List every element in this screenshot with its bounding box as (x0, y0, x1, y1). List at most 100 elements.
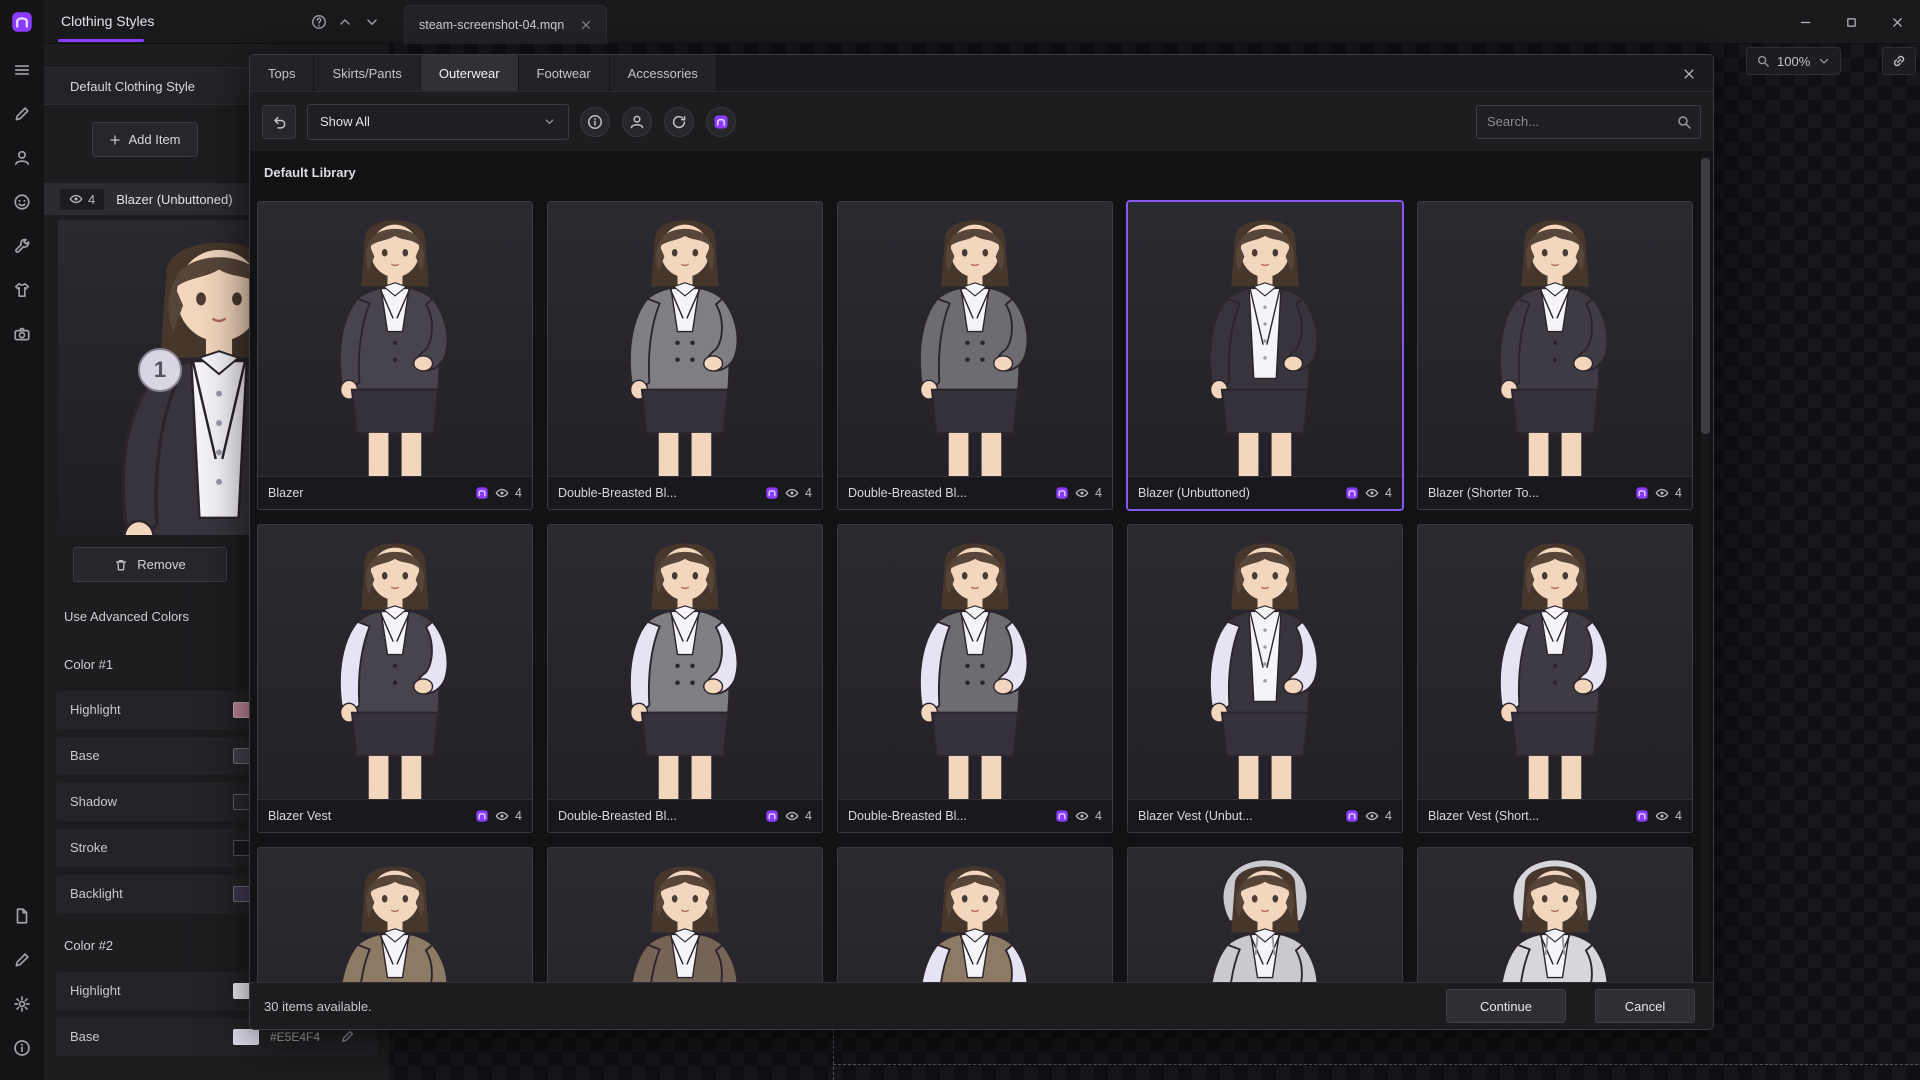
clothing-card-label: Blazer (268, 486, 475, 500)
tab-outerwear[interactable]: Outerwear (421, 55, 519, 91)
pencil-tool-button[interactable] (0, 96, 44, 132)
remove-item-button[interactable]: Remove (73, 547, 227, 582)
clothing-card-0[interactable]: Blazer 4 (257, 201, 533, 510)
clothing-library-dialog: TopsSkirts/PantsOuterwearFootwearAccesso… (249, 54, 1714, 1030)
user-icon (13, 149, 31, 167)
info-tool-button[interactable] (0, 1030, 44, 1066)
clothing-preview (1418, 848, 1692, 982)
card-info-bar: Blazer Vest 4 (258, 799, 532, 832)
help-button[interactable] (307, 10, 331, 34)
window-controls (1782, 0, 1920, 44)
clothing-card-13[interactable] (1127, 847, 1403, 982)
brand-icon (765, 809, 779, 823)
close-tab-icon[interactable] (580, 19, 592, 31)
add-item-button[interactable]: Add Item (92, 122, 198, 157)
user-button[interactable] (622, 107, 652, 137)
file-tool-button[interactable] (0, 898, 44, 934)
search-input[interactable] (1476, 105, 1701, 139)
clothing-card-10[interactable] (257, 847, 533, 982)
pencil-tool-button[interactable] (0, 942, 44, 978)
collapse-up-button[interactable] (333, 10, 357, 34)
edit-pencil-icon[interactable] (340, 1029, 355, 1044)
layer-count: 4 (805, 809, 812, 823)
cancel-button[interactable]: Cancel (1595, 989, 1695, 1023)
wrench-icon (13, 237, 31, 255)
clothing-preview (1128, 202, 1402, 476)
clothing-card-label: Double-Breasted Bl... (558, 486, 765, 500)
eye-icon (1075, 486, 1089, 500)
layer-count: 4 (1095, 809, 1102, 823)
tool-rail (0, 0, 44, 1080)
card-info-bar: Double-Breasted Bl... 4 (548, 799, 822, 832)
brand-icon (1345, 809, 1359, 823)
shirt-tool-button[interactable] (0, 272, 44, 308)
clothing-card-11[interactable] (547, 847, 823, 982)
card-info-bar: Double-Breasted Bl... 4 (838, 799, 1112, 832)
collapse-down-button[interactable] (360, 10, 384, 34)
filter-value: Show All (320, 114, 370, 129)
clothing-card-1[interactable]: Double-Breasted Bl... 4 (547, 201, 823, 510)
scrollbar-thumb[interactable] (1701, 158, 1710, 434)
info-button[interactable] (580, 107, 610, 137)
filter-dropdown[interactable]: Show All (307, 104, 569, 140)
refresh-button[interactable] (664, 107, 694, 137)
clothing-card-3[interactable]: Blazer (Unbuttoned) 4 (1127, 201, 1403, 510)
clothing-card-4[interactable]: Blazer (Shorter To... 4 (1417, 201, 1693, 510)
zoom-icon (1756, 54, 1770, 68)
caret-down-icon (364, 14, 380, 30)
dialog-close-button[interactable] (1677, 62, 1701, 86)
shirt-icon (13, 281, 31, 299)
document-tab[interactable]: steam-screenshot-04.mqn (404, 5, 607, 44)
remove-label: Remove (137, 557, 185, 572)
layer-count-pill: 4 (60, 189, 104, 210)
clothing-card-9[interactable]: Blazer Vest (Short... 4 (1417, 524, 1693, 833)
close-icon (1891, 16, 1904, 29)
card-info-bar: Double-Breasted Bl... 4 (548, 476, 822, 509)
clothing-card-8[interactable]: Blazer Vest (Unbut... 4 (1127, 524, 1403, 833)
gear-tool-button[interactable] (0, 986, 44, 1022)
tab-skirts-pants[interactable]: Skirts/Pants (314, 55, 420, 91)
clothing-style-name: Default Clothing Style (70, 79, 195, 94)
window-maximize-button[interactable] (1828, 0, 1874, 44)
clothing-card-12[interactable] (837, 847, 1113, 982)
scrollbar-track[interactable] (1701, 155, 1710, 978)
layer-count: 4 (1385, 809, 1392, 823)
color-row-label: Stroke (70, 829, 108, 867)
panel-tab-clothing-styles[interactable]: Clothing Styles (61, 13, 154, 29)
clothing-preview (838, 525, 1112, 799)
tab-tops[interactable]: Tops (250, 55, 314, 91)
color-swatch[interactable] (233, 1029, 259, 1045)
clothing-card-label: Blazer Vest (Unbut... (1138, 809, 1345, 823)
brand-icon (765, 486, 779, 500)
window-minimize-button[interactable] (1782, 0, 1828, 44)
dialog-footer: 30 items available. Continue Cancel (250, 982, 1713, 1029)
camera-tool-button[interactable] (0, 316, 44, 352)
wrench-tool-button[interactable] (0, 228, 44, 264)
brand-icon (1055, 809, 1069, 823)
pencil-icon (13, 951, 31, 969)
clothing-card-7[interactable]: Double-Breasted Bl... 4 (837, 524, 1113, 833)
maximize-icon (1845, 16, 1858, 29)
eye-icon (1655, 809, 1669, 823)
clothing-card-2[interactable]: Double-Breasted Bl... 4 (837, 201, 1113, 510)
undo-icon (271, 114, 287, 130)
window-close-button[interactable] (1874, 0, 1920, 44)
user-tool-button[interactable] (0, 140, 44, 176)
tab-accessories[interactable]: Accessories (610, 55, 717, 91)
clothing-preview (548, 525, 822, 799)
undo-button[interactable] (262, 105, 296, 139)
link-button[interactable] (1882, 47, 1916, 75)
zoom-control[interactable]: 100% (1746, 47, 1841, 75)
clothing-card-14[interactable] (1417, 847, 1693, 982)
clothing-card-label: Double-Breasted Bl... (848, 486, 1055, 500)
clothing-card-5[interactable]: Blazer Vest 4 (257, 524, 533, 833)
eye-icon (785, 809, 799, 823)
card-info-bar: Blazer (Unbuttoned) 4 (1128, 476, 1402, 509)
continue-button[interactable]: Continue (1446, 989, 1566, 1023)
use-advanced-colors-toggle[interactable]: Use Advanced Colors (64, 609, 189, 624)
menu-tool-button[interactable] (0, 52, 44, 88)
tab-footwear[interactable]: Footwear (519, 55, 610, 91)
brand-button[interactable] (706, 107, 736, 137)
clothing-card-6[interactable]: Double-Breasted Bl... 4 (547, 524, 823, 833)
face-tool-button[interactable] (0, 184, 44, 220)
